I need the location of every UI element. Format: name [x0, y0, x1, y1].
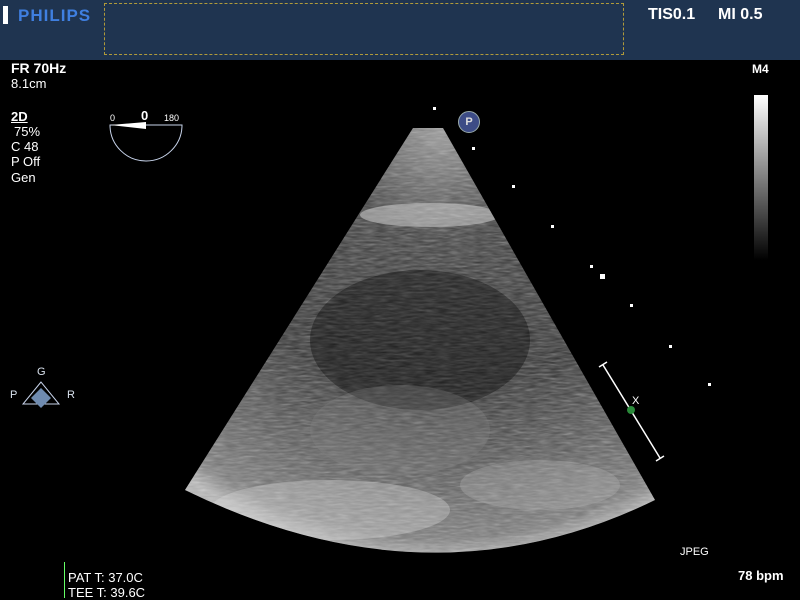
angle-gauge [109, 124, 183, 162]
orient-left: P [10, 389, 18, 401]
depth-dot [669, 345, 672, 348]
patient-temp: PAT T: 37.0C [68, 570, 143, 585]
gauge-max: 180 [164, 113, 180, 123]
temp-indicator-line [64, 562, 65, 598]
ultrasound-image [21, 122, 665, 553]
scale-marker: X [632, 395, 640, 407]
depth-dot [708, 383, 711, 386]
depth-dot [600, 274, 605, 279]
heart-rate: 78 bpm [738, 568, 784, 583]
probe-marker: P [458, 111, 480, 133]
tee-temp: TEE T: 39.6C [68, 585, 146, 600]
grayscale-map-label: M4 [752, 62, 769, 76]
orient-top: G [37, 366, 46, 378]
depth-dot [433, 107, 436, 110]
format-label: JPEG [680, 546, 709, 558]
depth-dot [551, 225, 554, 228]
depth-dot [590, 265, 593, 268]
depth-dot [472, 147, 475, 150]
gauge-current: 0 [141, 108, 149, 123]
grayscale-bar [754, 95, 768, 260]
depth-dot [512, 185, 515, 188]
gauge-min: 0 [110, 113, 116, 123]
depth-dot [630, 304, 633, 307]
orient-right: R [67, 389, 75, 401]
